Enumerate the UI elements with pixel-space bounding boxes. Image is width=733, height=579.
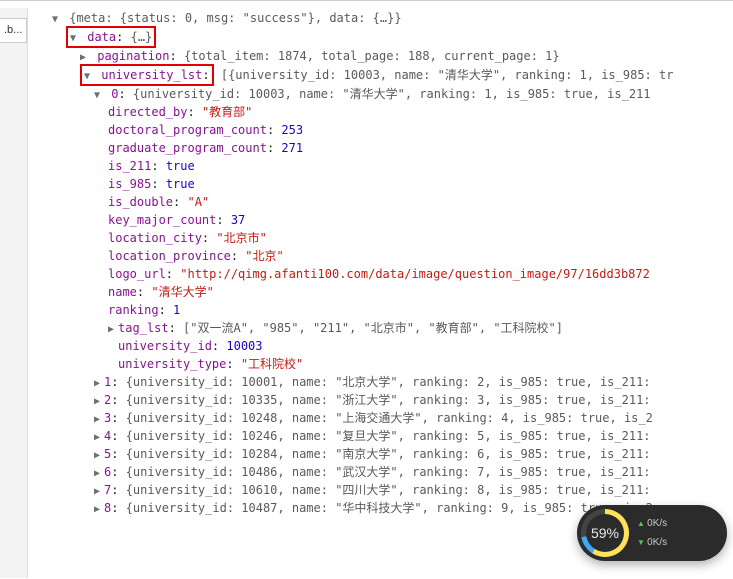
field-row: logo_url: "http://qimg.afanti100.com/dat… — [38, 265, 733, 283]
field-key: university_id — [118, 339, 212, 353]
upload-speed: 0K/s — [637, 516, 667, 531]
data-preview: {…} — [131, 30, 153, 44]
field-row: name: "清华大学" — [38, 283, 733, 301]
list-item[interactable]: ▶3: {university_id: 10248, name: "上海交通大学… — [38, 409, 733, 427]
field-row[interactable]: ▶tag_lst: ["双一流A", "985", "211", "北京市", … — [38, 319, 733, 337]
item-preview: {university_id: 10246, name: "复旦大学", ran… — [126, 429, 651, 443]
sidebar-tab[interactable]: .b... — [0, 18, 27, 43]
item-preview: {university_id: 10335, name: "浙江大学", ran… — [126, 393, 651, 407]
chevron-right-icon[interactable]: ▶ — [94, 466, 104, 481]
list-item[interactable]: ▶7: {university_id: 10610, name: "四川大学",… — [38, 481, 733, 499]
field-val: "工科院校" — [241, 357, 303, 371]
field-row: is_double: "A" — [38, 193, 733, 211]
list-item[interactable]: ▶5: {university_id: 10284, name: "南京大学",… — [38, 445, 733, 463]
field-val: 253 — [281, 123, 303, 137]
chevron-right-icon[interactable]: ▶ — [94, 376, 104, 391]
list-item[interactable]: ▶4: {university_id: 10246, name: "复旦大学",… — [38, 427, 733, 445]
root-preview: {meta: {status: 0, msg: "success"}, data… — [69, 11, 401, 25]
chevron-right-icon[interactable]: ▶ — [94, 502, 104, 517]
field-val: "A" — [187, 195, 209, 209]
field-row: doctoral_program_count: 253 — [38, 121, 733, 139]
list-item[interactable]: ▶2: {university_id: 10335, name: "浙江大学",… — [38, 391, 733, 409]
field-key: logo_url — [108, 267, 166, 281]
chevron-right-icon[interactable]: ▶ — [94, 430, 104, 445]
key-university-lst: university_lst — [101, 68, 202, 82]
field-val: ["双一流A", "985", "211", "北京市", "教育部", "工科… — [183, 321, 563, 335]
field-key: key_major_count — [108, 213, 216, 227]
chevron-down-icon[interactable]: ▼ — [52, 12, 62, 27]
sidebar: .b... — [0, 8, 28, 578]
chevron-right-icon[interactable]: ▶ — [108, 322, 118, 337]
field-key: doctoral_program_count — [108, 123, 267, 137]
field-key: tag_lst — [118, 321, 169, 335]
field-val: "http://qimg.afanti100.com/data/image/qu… — [180, 267, 650, 281]
item-preview: {university_id: 10284, name: "南京大学", ran… — [126, 447, 651, 461]
field-row: location_city: "北京市" — [38, 229, 733, 247]
field-row: graduate_program_count: 271 — [38, 139, 733, 157]
field-val: "北京" — [245, 249, 283, 263]
chevron-down-icon[interactable]: ▼ — [94, 88, 104, 103]
item-preview: {university_id: 10610, name: "四川大学", ran… — [126, 483, 651, 497]
field-val: 10003 — [226, 339, 262, 353]
field-val: 1 — [173, 303, 180, 317]
list-item[interactable]: ▶6: {university_id: 10486, name: "武汉大学",… — [38, 463, 733, 481]
chevron-down-icon[interactable]: ▼ — [70, 31, 80, 46]
field-val: 271 — [281, 141, 303, 155]
list-item[interactable]: ▶1: {university_id: 10001, name: "北京大学",… — [38, 373, 733, 391]
field-row: university_id: 10003 — [38, 337, 733, 355]
field-key: is_985 — [108, 177, 151, 191]
chevron-right-icon[interactable]: ▶ — [94, 484, 104, 499]
field-key: location_province — [108, 249, 231, 263]
field-row: key_major_count: 37 — [38, 211, 733, 229]
field-key: directed_by — [108, 105, 187, 119]
field-row: ranking: 1 — [38, 301, 733, 319]
chevron-right-icon[interactable]: ▶ — [94, 394, 104, 409]
field-val: 37 — [231, 213, 245, 227]
field-row: directed_by: "教育部" — [38, 103, 733, 121]
network-speed-widget[interactable]: 59% 0K/s 0K/s — [577, 505, 727, 561]
item-preview: {university_id: 10248, name: "上海交通大学", r… — [126, 411, 653, 425]
download-speed: 0K/s — [637, 535, 667, 550]
field-val: "教育部" — [202, 105, 252, 119]
field-key: is_double — [108, 195, 173, 209]
pagination-row[interactable]: ▶ pagination: {total_item: 1874, total_p… — [38, 47, 733, 65]
field-key: location_city — [108, 231, 202, 245]
field-val: "清华大学" — [151, 285, 213, 299]
field-val: "北京市" — [216, 231, 266, 245]
chevron-right-icon[interactable]: ▶ — [80, 50, 90, 65]
root-row[interactable]: ▼ {meta: {status: 0, msg: "success"}, da… — [38, 9, 733, 27]
key-data: data — [87, 30, 116, 44]
field-key: name — [108, 285, 137, 299]
field-key: is_211 — [108, 159, 151, 173]
json-tree: ▼ {meta: {status: 0, msg: "success"}, da… — [38, 7, 733, 517]
field-val: true — [166, 177, 195, 191]
field-row: location_province: "北京" — [38, 247, 733, 265]
field-row: is_985: true — [38, 175, 733, 193]
item-0-row[interactable]: ▼ 0: {university_id: 10003, name: "清华大学"… — [38, 85, 733, 103]
field-key: ranking — [108, 303, 159, 317]
item-preview: {university_id: 10486, name: "武汉大学", ran… — [126, 465, 651, 479]
gauge-percent: 59% — [591, 523, 619, 544]
ulst-preview: [{university_id: 10003, name: "清华大学", ra… — [221, 68, 674, 82]
item0-preview: {university_id: 10003, name: "清华大学", ran… — [133, 87, 651, 101]
data-row[interactable]: ▼ data: {…} — [38, 27, 733, 47]
item-preview: {university_id: 10001, name: "北京大学", ran… — [126, 375, 651, 389]
net-stats: 0K/s 0K/s — [637, 516, 667, 550]
university-lst-row[interactable]: ▼ university_lst: [{university_id: 10003… — [38, 65, 733, 85]
field-key: graduate_program_count — [108, 141, 267, 155]
pagination-preview: {total_item: 1874, total_page: 188, curr… — [184, 49, 560, 63]
field-val: true — [166, 159, 195, 173]
chevron-down-icon[interactable]: ▼ — [84, 69, 94, 84]
item-preview: {university_id: 10487, name: "华中科技大学", r… — [126, 501, 653, 515]
field-key: university_type — [118, 357, 226, 371]
chevron-right-icon[interactable]: ▶ — [94, 448, 104, 463]
key-pagination: pagination — [97, 49, 169, 63]
ring-gauge-icon: 59% — [581, 509, 629, 557]
chevron-right-icon[interactable]: ▶ — [94, 412, 104, 427]
field-row: university_type: "工科院校" — [38, 355, 733, 373]
field-row: is_211: true — [38, 157, 733, 175]
